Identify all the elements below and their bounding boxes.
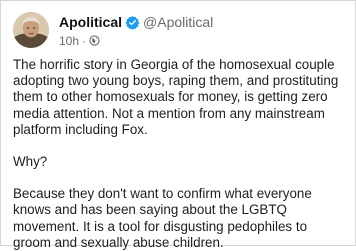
post-header: Apolitical @Apolitical 10h · (13, 9, 345, 49)
author-name-row: Apolitical @Apolitical (59, 14, 213, 30)
post-body: The horrific story in Georgia of the hom… (13, 57, 349, 251)
post-paragraph-1: The horrific story in Georgia of the hom… (13, 57, 339, 137)
post-card: Apolitical @Apolitical 10h · The horrific … (0, 0, 356, 250)
author-avatar[interactable] (13, 12, 49, 48)
post-meta-row: 10h · (59, 34, 100, 48)
post-paragraph-3: Because they don't want to confirm what … (13, 186, 312, 250)
avatar-portrait-icon (13, 12, 49, 48)
author-display-name[interactable]: Apolitical (59, 14, 122, 30)
globe-icon (89, 35, 100, 46)
author-handle[interactable]: @Apolitical (143, 14, 213, 30)
meta-separator: · (82, 34, 87, 48)
verified-badge-icon (125, 15, 140, 30)
post-timestamp[interactable]: 10h (59, 34, 79, 48)
post-paragraph-2: Why? (13, 154, 48, 170)
